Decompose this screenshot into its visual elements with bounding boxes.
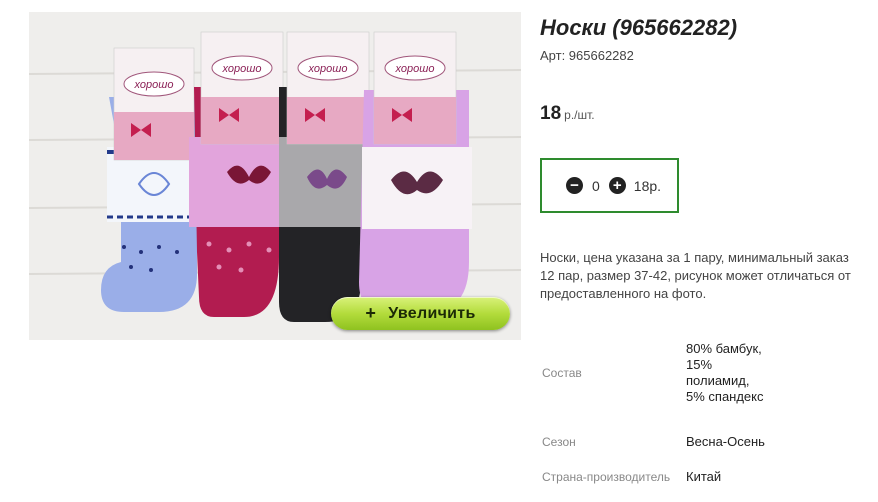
quantity-sum: 18р. xyxy=(633,177,662,194)
price-unit: р./шт. xyxy=(564,108,595,122)
zoom-label: Увеличить xyxy=(388,304,476,322)
product-price: 18 р./шт. xyxy=(540,103,595,125)
label-brand-2: хорошо xyxy=(222,63,262,75)
properties-table: Состав 80% бамбук, 15% полиамид, 5% спан… xyxy=(540,324,766,492)
property-key: Сезон xyxy=(542,435,576,449)
property-key: Страна-производитель xyxy=(542,470,671,484)
product-image[interactable]: хорошо хорошо хорошо хорошо + Увеличить xyxy=(29,12,521,340)
quantity-stepper: − 0 + 18р. xyxy=(540,158,679,213)
product-title: Носки (965662282) xyxy=(540,15,738,40)
property-row: Состав 80% бамбук, 15% полиамид, 5% спан… xyxy=(540,324,766,422)
product-article: Арт: 965662282 xyxy=(540,48,634,63)
property-value: 80% бамбук, 15% полиамид, 5% спандекс xyxy=(686,341,764,404)
property-key: Состав xyxy=(542,366,582,380)
label-brand-3: хорошо xyxy=(308,63,348,75)
plus-circle-icon[interactable]: + xyxy=(608,177,626,194)
price-value: 18 xyxy=(540,103,562,124)
property-row: Сезон Весна-Осень xyxy=(540,422,766,462)
plus-icon: + xyxy=(365,303,377,323)
quantity-value[interactable]: 0 xyxy=(592,178,600,194)
minus-circle-icon[interactable]: − xyxy=(566,177,583,194)
property-row: Страна-производитель Китай xyxy=(540,462,766,492)
property-value: Весна-Осень xyxy=(686,434,765,449)
zoom-button[interactable]: + Увеличить xyxy=(331,297,510,330)
socks-photo: хорошо хорошо хорошо хорошо xyxy=(29,12,521,340)
product-description: Носки, цена указана за 1 пару, минимальн… xyxy=(540,250,851,301)
label-brand-4: хорошо xyxy=(395,63,435,75)
property-value: Китай xyxy=(686,469,722,484)
label-brand-1: хорошо xyxy=(134,79,174,91)
